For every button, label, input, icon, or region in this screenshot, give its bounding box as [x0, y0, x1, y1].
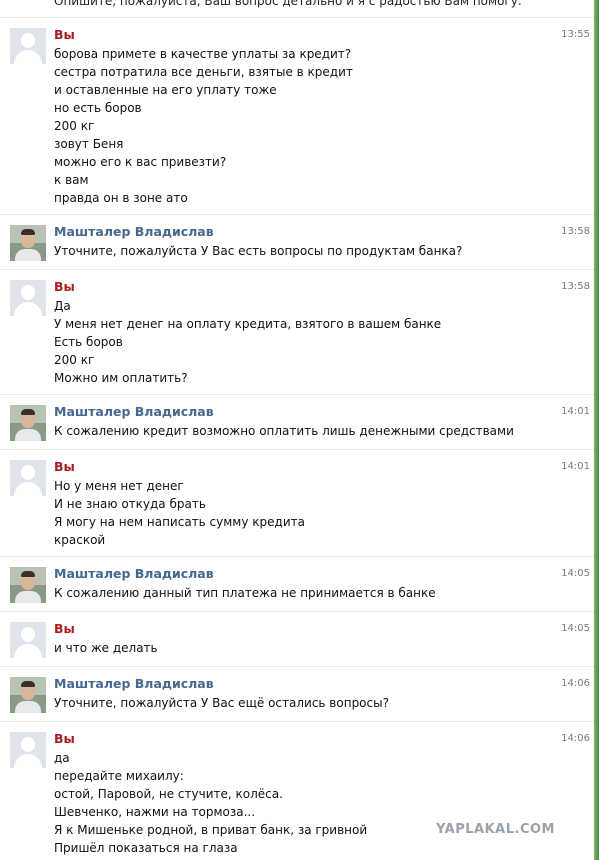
default-user-avatar-icon[interactable]: [10, 280, 46, 316]
site-watermark: YAPLAKAL.COM: [436, 822, 555, 837]
agent-photo-avatar-icon[interactable]: [10, 677, 46, 713]
message: Вы 13:55 борова примете в качестве уплат…: [0, 17, 594, 214]
message-line: 200 кг: [54, 353, 95, 367]
page-edge-divider: [594, 0, 599, 860]
message-body: Но у меня нет денег И не знаю откуда бра…: [54, 477, 305, 549]
author-name[interactable]: Мaштaлер Владислав: [54, 404, 214, 420]
message-line: У меня нет денег на оплату кредита, взят…: [54, 317, 442, 331]
message-time: 14:01: [561, 406, 590, 417]
message-line: и оставленные на его уплату тоже: [54, 83, 277, 97]
message-line: но есть боров: [54, 101, 142, 115]
message-body: Уточните, пожалуйста У Вас есть вопросы …: [54, 242, 462, 260]
chat-log: Опишите, пожалуйста, Ваш вопрос детально…: [0, 0, 594, 860]
message-line: Уточните, пожалуйста У Вас есть вопросы …: [54, 244, 463, 258]
default-user-avatar-icon[interactable]: [10, 732, 46, 768]
previous-message-fragment: Опишите, пожалуйста, Ваш вопрос детально…: [54, 0, 522, 8]
message-line: Но у меня нет денег: [54, 479, 184, 493]
message-line: Можно им оплатить?: [54, 371, 188, 385]
message: Вы 13:58 Да У меня нет денег на оплату к…: [0, 269, 594, 394]
message-line: к вам: [54, 173, 89, 187]
message-line: правда он в зоне ато: [54, 191, 188, 205]
message-time: 14:06: [561, 733, 590, 744]
message: Мaштaлер Владислав 13:58 Уточните, пожал…: [0, 214, 594, 269]
message-line: Уточните, пожалуйста У Вас ещё остались …: [54, 696, 389, 710]
message: Вы 14:05 и что же делать: [0, 611, 594, 666]
message-line: И не знаю откуда брать: [54, 497, 206, 511]
message-time: 13:55: [561, 29, 590, 40]
message-time: 14:01: [561, 461, 590, 472]
default-user-avatar-icon[interactable]: [10, 460, 46, 496]
message-time: 14:05: [561, 568, 590, 579]
author-name[interactable]: Вы: [54, 621, 75, 637]
author-name[interactable]: Вы: [54, 459, 75, 475]
message-line: К сожалению данный тип платежа не приним…: [54, 586, 436, 600]
message-body: борова примете в качестве уплаты за кред…: [54, 45, 353, 207]
message-line: да: [54, 751, 70, 765]
message-line: Я к Мишеньке родной, в приват банк, за г…: [54, 823, 368, 837]
default-user-avatar-icon[interactable]: [10, 28, 46, 64]
message-line: Шевченко, нажми на тормоза...: [54, 805, 256, 819]
author-name[interactable]: Мaштaлер Владислав: [54, 676, 214, 692]
message-line: зовут Беня: [54, 137, 124, 151]
message-line: остой, Паровой, не стучите, колёса.: [54, 787, 283, 801]
message-line: Да: [54, 299, 71, 313]
author-name[interactable]: Мaштaлер Владислав: [54, 566, 214, 582]
message-line: передайте михаилу:: [54, 769, 184, 783]
message-line: и что же делать: [54, 641, 158, 655]
message-line: краской: [54, 533, 106, 547]
message-line: можно его к вас привезти?: [54, 155, 227, 169]
message-time: 14:05: [561, 623, 590, 634]
default-user-avatar-icon[interactable]: [10, 622, 46, 658]
author-name[interactable]: Вы: [54, 731, 75, 747]
message: Вы 14:06 да передайте михаилу: остой, Па…: [0, 721, 594, 860]
message-line: 200 кг: [54, 119, 95, 133]
author-name[interactable]: Вы: [54, 27, 75, 43]
message-time: 13:58: [561, 226, 590, 237]
message-line: К сожалению кредит возможно оплатить лиш…: [54, 424, 514, 438]
message-body: Да У меня нет денег на оплату кредита, в…: [54, 297, 441, 387]
agent-photo-avatar-icon[interactable]: [10, 225, 46, 261]
message: Мaштaлер Владислав 14:05 К сожалению дан…: [0, 556, 594, 611]
message-body: К сожалению кредит возможно оплатить лиш…: [54, 422, 514, 440]
message-body: К сожалению данный тип платежа не приним…: [54, 584, 436, 602]
message-line: борова примете в качестве уплаты за кред…: [54, 47, 352, 61]
message-line: Есть боров: [54, 335, 123, 349]
agent-photo-avatar-icon[interactable]: [10, 405, 46, 441]
message-time: 14:06: [561, 678, 590, 689]
message: Мaштaлер Владислав 14:06 Уточните, пожал…: [0, 666, 594, 721]
message-line: сестра потратила все деньги, взятые в кр…: [54, 65, 353, 79]
author-name[interactable]: Мaштaлер Владислав: [54, 224, 214, 240]
message-line: Я могу на нем написать сумму кредита: [54, 515, 305, 529]
message-body: и что же делать: [54, 639, 158, 657]
message-body: Уточните, пожалуйста У Вас ещё остались …: [54, 694, 389, 712]
message: Мaштaлер Владислав 14:01 К сожалению кре…: [0, 394, 594, 449]
author-name[interactable]: Вы: [54, 279, 75, 295]
message-time: 13:58: [561, 281, 590, 292]
message: Вы 14:01 Но у меня нет денег И не знаю о…: [0, 449, 594, 556]
message-body: да передайте михаилу: остой, Паровой, не…: [54, 749, 367, 857]
message-line: Пришёл показаться на глаза: [54, 841, 238, 855]
agent-photo-avatar-icon[interactable]: [10, 567, 46, 603]
